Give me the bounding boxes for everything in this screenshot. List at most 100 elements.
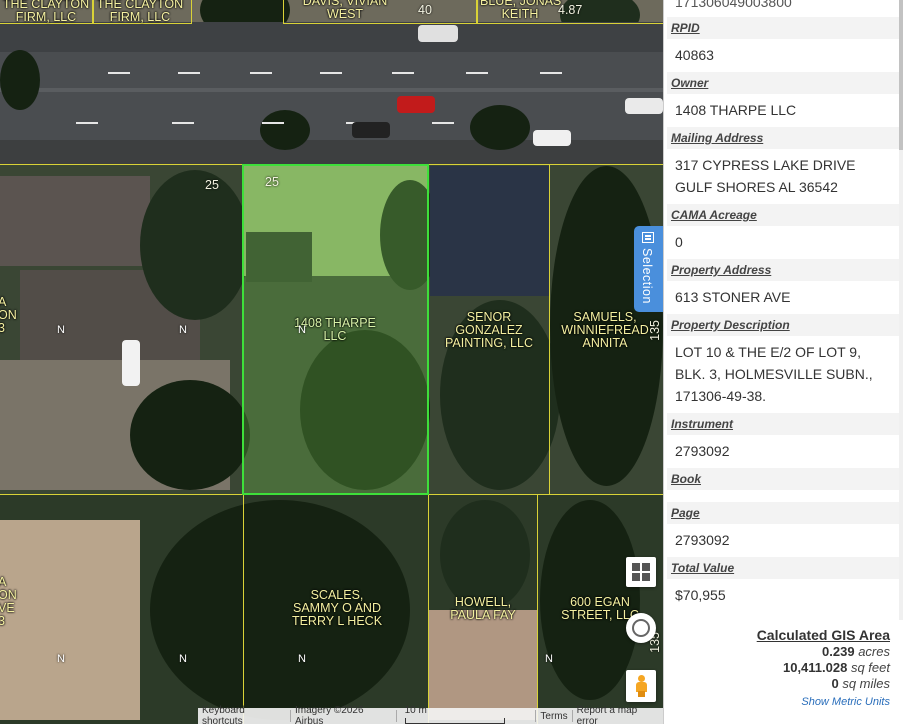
north-marker: N [545,653,553,665]
parcel[interactable] [0,164,244,495]
gis-sqmi-row: 0 sq miles [664,676,890,692]
parcel-label: HOWELL, PAULA FAY [450,595,516,622]
north-marker: N [179,324,187,336]
car [352,122,390,138]
field-label: Property Address [667,259,900,281]
gis-acres-row: 0.239 acres [664,644,890,660]
north-marker: N [179,653,187,665]
road-median [0,88,663,92]
lane-dash [540,72,562,74]
car [418,25,458,42]
car [625,98,663,114]
car [397,96,435,113]
gis-area-summary: Calculated GIS Area 0.239 acres 10,411.0… [664,626,890,711]
grid-icon [632,573,640,581]
parcel-label: BLUE, JONAS KEITH [480,0,562,21]
gis-acres-unit: acres [858,644,890,659]
field-label: Instrument [667,413,900,435]
field-label: CAMA Acreage [667,204,900,226]
scale-label: 10 m [404,705,427,716]
north-marker: N [298,324,306,336]
field-value: 2793092 [667,524,900,557]
terms-link[interactable]: Terms [536,711,571,722]
parcel[interactable] [0,494,244,724]
parcel-id-value-partial: 171306049003800 [667,0,900,17]
dimension-label: 25 [265,175,279,189]
satellite-map[interactable]: THE CLAYTON FIRM, LLC THE CLAYTON FIRM, LL… [0,0,663,724]
field-label: Page [667,502,900,524]
field-label: Owner [667,72,900,94]
compass-icon [632,619,650,637]
gis-sqft-value: 10,411.028 [782,660,848,675]
lane-dash [108,72,130,74]
grid-icon [642,563,650,571]
lane-dash [172,122,194,124]
report-map-error-link[interactable]: Report a map error [573,705,663,724]
address-number: 40 [418,3,432,17]
field-value: 1408 THARPE LLC [667,94,900,127]
parcel-details-panel: 171306049003800 RPID 40863 Owner 1408 THARP… [663,0,903,724]
tree [470,105,530,150]
north-marker: N [57,324,65,336]
field-label: Property Description [667,314,900,336]
field-label: Book [667,468,900,490]
panel-scrollbar[interactable] [899,0,903,620]
selection-tab-label: Selection [640,248,654,304]
field-label: Total Value [667,557,900,579]
parcel-label: THE CLAYTON FIRM, LLC [2,0,90,24]
show-metric-units-link[interactable]: Show Metric Units [664,693,890,711]
lane-dash [76,122,98,124]
tree [260,110,310,150]
dimension-label: 135 [648,320,662,341]
parcel-label: THE CLAYTON FIRM, LLC [96,0,184,24]
field-value: 613 STONER AVE [667,281,900,314]
grid-icon [642,573,650,581]
gis-sqmi-unit: sq miles [842,676,890,691]
north-marker: N [298,653,306,665]
grid-icon [632,563,640,571]
camera-control-button[interactable] [626,613,656,643]
selection-tab[interactable]: Selection [634,226,663,312]
app-root: THE CLAYTON FIRM, LLC THE CLAYTON FIRM, LL… [0,0,903,724]
scale-bar [404,718,505,724]
map-attribution: Keyboard shortcuts Imagery ©2026 Airbus … [198,705,663,724]
gis-sqft-unit: sq feet [850,660,890,675]
field-value: 0 [667,226,900,259]
parcel-details-list[interactable]: 171306049003800 RPID 40863 Owner 1408 THARP… [667,0,900,620]
keyboard-shortcuts-link[interactable]: Keyboard shortcuts [198,705,290,724]
field-value: 40863 [667,39,900,72]
field-value: 2793092 [667,435,900,468]
lane-dash [178,72,200,74]
calculator-icon [642,232,654,243]
gis-acres-value: 0.239 [822,644,855,659]
scale-indicator[interactable]: 10 m [397,705,536,724]
field-value: $70,955 [667,579,900,612]
field-label: Mailing Address [667,127,900,149]
parcel-label-partial: A ON 3 [0,295,17,335]
selected-parcel-label: 1408 THARPE LLC [294,316,376,343]
lane-dash [262,122,284,124]
parcel-label-partial: A ON VE 3 [0,575,17,628]
parcel-label: SCALES, SAMMY O AND TERRY L HECK [291,588,383,628]
field-value [667,490,900,502]
parcel-label: SENOR GONZALEZ PAINTING, LLC [445,310,533,350]
dimension-label: 25 [205,178,219,192]
lane-dash [392,72,414,74]
layers-grid-button[interactable] [626,557,656,587]
north-marker: N [57,653,65,665]
car [533,130,571,146]
lane-dash [432,122,454,124]
pegman-icon [636,675,647,697]
gis-area-title: Calculated GIS Area [756,627,890,643]
gis-sqmi-value: 0 [831,676,839,691]
field-value: 317 CYPRESS LAKE DRIVE GULF SHORES AL 365… [667,149,900,204]
tree [0,50,40,110]
street-view-button[interactable] [626,670,656,702]
gis-sqft-row: 10,411.028 sq feet [664,660,890,676]
parcel-label: DAVIS, VIVIAN WEST [302,0,388,21]
lane-dash [466,72,488,74]
field-value: LOT 10 & THE E/2 OF LOT 9, BLK. 3, HOLMES… [667,336,900,413]
dimension-label: 4.87 [558,3,583,17]
imagery-credit: Imagery ©2026 Airbus [294,705,364,724]
parcel-label: SAMUELS, WINNIEFREAD ANNITA [561,310,649,350]
